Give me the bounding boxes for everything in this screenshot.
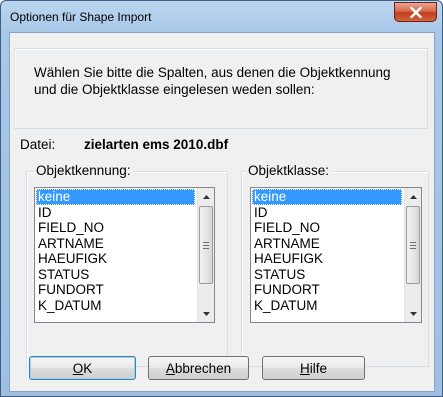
objektklasse-items: keine ID FIELD_NO ARTNAME HAEUFIGK STATUS FUND…: [252, 189, 402, 313]
list-item[interactable]: STATUS: [36, 267, 195, 283]
list-item[interactable]: keine: [252, 189, 402, 205]
grip-icon: [203, 241, 209, 249]
chevron-up-icon: [410, 194, 417, 199]
ok-label-rest: K: [83, 360, 93, 376]
file-label: Datei:: [20, 137, 56, 152]
close-icon: [409, 6, 422, 18]
scroll-up-button[interactable]: [198, 188, 214, 205]
cancel-label-rest: bbrechen: [174, 360, 232, 376]
list-item[interactable]: FIELD_NO: [36, 220, 195, 236]
scroll-thumb[interactable]: [406, 206, 420, 284]
list-item[interactable]: FIELD_NO: [252, 220, 402, 236]
chevron-down-icon: [410, 311, 417, 316]
window-title: Optionen für Shape Import: [10, 10, 152, 24]
help-mnemonic: H: [299, 360, 310, 376]
list-item[interactable]: FUNDORT: [252, 282, 402, 298]
objektklasse-listbox[interactable]: keine ID FIELD_NO ARTNAME HAEUFIGK STATUS FUND…: [250, 187, 422, 323]
chevron-down-icon: [203, 311, 210, 316]
list-item[interactable]: HAEUFIGK: [252, 251, 402, 267]
objektkennung-label: Objektkennung:: [34, 163, 133, 178]
list-item[interactable]: ID: [36, 205, 195, 221]
list-item[interactable]: FUNDORT: [36, 282, 195, 298]
file-name: zielarten ems 2010.dbf: [84, 137, 229, 152]
list-item[interactable]: STATUS: [252, 267, 402, 283]
objektklasse-scrollbar[interactable]: [404, 188, 421, 322]
scroll-down-button[interactable]: [405, 305, 421, 322]
list-item[interactable]: HAEUFIGK: [36, 251, 195, 267]
objektkennung-scrollbar[interactable]: [197, 188, 214, 322]
help-label-rest: ilfe: [309, 360, 327, 376]
scroll-down-button[interactable]: [198, 305, 214, 322]
list-item[interactable]: ARTNAME: [252, 236, 402, 252]
ok-button[interactable]: OK: [29, 356, 136, 380]
instructions-text: Wählen Sie bitte die Spalten, aus denen …: [34, 65, 391, 97]
objektkennung-listbox[interactable]: keine ID FIELD_NO ARTNAME HAEUFIGK STATUS FUND…: [34, 187, 215, 323]
title-bar[interactable]: Optionen für Shape Import: [1, 1, 442, 33]
objektklasse-label: Objektklasse:: [246, 163, 332, 178]
list-item[interactable]: ID: [252, 205, 402, 221]
cancel-button[interactable]: Abbrechen: [148, 356, 249, 380]
list-item[interactable]: keine: [36, 189, 195, 205]
objektkennung-items: keine ID FIELD_NO ARTNAME HAEUFIGK STATUS FUND…: [36, 189, 195, 313]
scroll-up-button[interactable]: [405, 188, 421, 205]
ok-mnemonic: O: [72, 360, 84, 376]
close-button[interactable]: [394, 2, 437, 22]
scroll-thumb[interactable]: [199, 206, 213, 284]
help-button[interactable]: Hilfe: [262, 356, 365, 380]
chevron-up-icon: [203, 194, 210, 199]
list-item[interactable]: K_DATUM: [252, 298, 402, 314]
list-item[interactable]: K_DATUM: [36, 298, 195, 314]
cancel-mnemonic: A: [165, 360, 175, 376]
list-item[interactable]: ARTNAME: [36, 236, 195, 252]
grip-icon: [410, 241, 416, 249]
